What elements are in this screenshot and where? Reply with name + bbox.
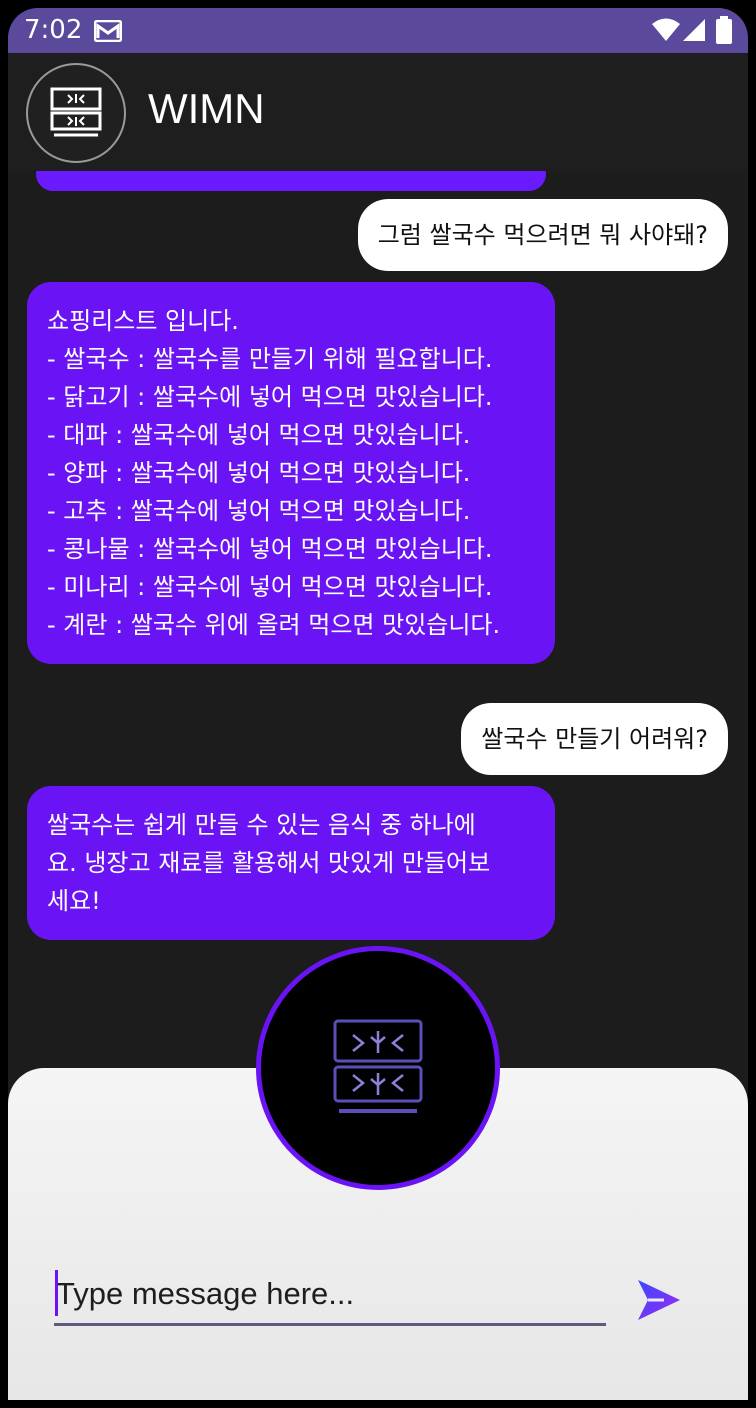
status-bar: 7:02	[8, 8, 748, 53]
user-message: 쌀국수 만들기 어려워?	[461, 703, 728, 775]
app-header: WIMN	[8, 53, 748, 171]
user-message-text: 쌀국수 만들기 어려워?	[481, 725, 708, 753]
bot-line: - 대파 : 쌀국수에 넣어 먹으면 맛있습니다.	[47, 421, 471, 449]
wifi-icon	[652, 18, 680, 41]
bot-line: - 계란 : 쌀국수 위에 올려 먹으면 맛있습니다.	[47, 611, 501, 639]
fridge-icon	[50, 87, 102, 137]
bot-message-partial	[36, 171, 546, 191]
bot-line: 세요!	[47, 887, 101, 915]
bot-line: 쇼핑리스트 입니다.	[47, 307, 239, 335]
mascot-avatar[interactable]	[256, 946, 500, 1190]
user-message: 그럼 쌀국수 먹으려면 뭐 사야돼?	[357, 199, 728, 271]
gmail-icon	[94, 20, 122, 42]
fridge-icon	[333, 1019, 423, 1113]
bot-line: - 닭고기 : 쌀국수에 넣어 먹으면 맛있습니다.	[47, 383, 493, 411]
bot-line: - 콩나물 : 쌀국수에 넣어 먹으면 맛있습니다.	[47, 535, 493, 563]
app-screen: 7:02 WIMN 그럼 쌀국수 먹으려면 뭐 사야돼? 쇼핑리스트 입니다. …	[8, 8, 748, 1400]
bot-message: 쇼핑리스트 입니다. - 쌀국수 : 쌀국수를 만들기 위해 필요합니다. - …	[27, 282, 555, 664]
bot-line: 요. 냉장고 재료를 활용해서 맛있게 만들어보	[47, 849, 491, 877]
message-input[interactable]	[54, 1264, 606, 1326]
bot-message: 쌀국수는 쉽게 만들 수 있는 음식 중 하나에 요. 냉장고 재료를 활용해서…	[27, 786, 555, 940]
status-time: 7:02	[24, 15, 83, 45]
app-title: WIMN	[148, 85, 265, 132]
battery-icon	[716, 16, 732, 44]
text-cursor	[55, 1270, 58, 1316]
avatar[interactable]	[26, 63, 126, 163]
user-message-text: 그럼 쌀국수 먹으려면 뭐 사야돼?	[377, 221, 708, 249]
bot-line: - 미나리 : 쌀국수에 넣어 먹으면 맛있습니다.	[47, 573, 493, 601]
bot-line: 쌀국수는 쉽게 만들 수 있는 음식 중 하나에	[47, 811, 476, 839]
signal-icon	[683, 19, 705, 41]
bot-line: - 쌀국수 : 쌀국수를 만들기 위해 필요합니다.	[47, 345, 493, 373]
send-icon[interactable]	[634, 1278, 682, 1322]
bot-line: - 고추 : 쌀국수에 넣어 먹으면 맛있습니다.	[47, 497, 471, 525]
bot-line: - 양파 : 쌀국수에 넣어 먹으면 맛있습니다.	[47, 459, 471, 487]
